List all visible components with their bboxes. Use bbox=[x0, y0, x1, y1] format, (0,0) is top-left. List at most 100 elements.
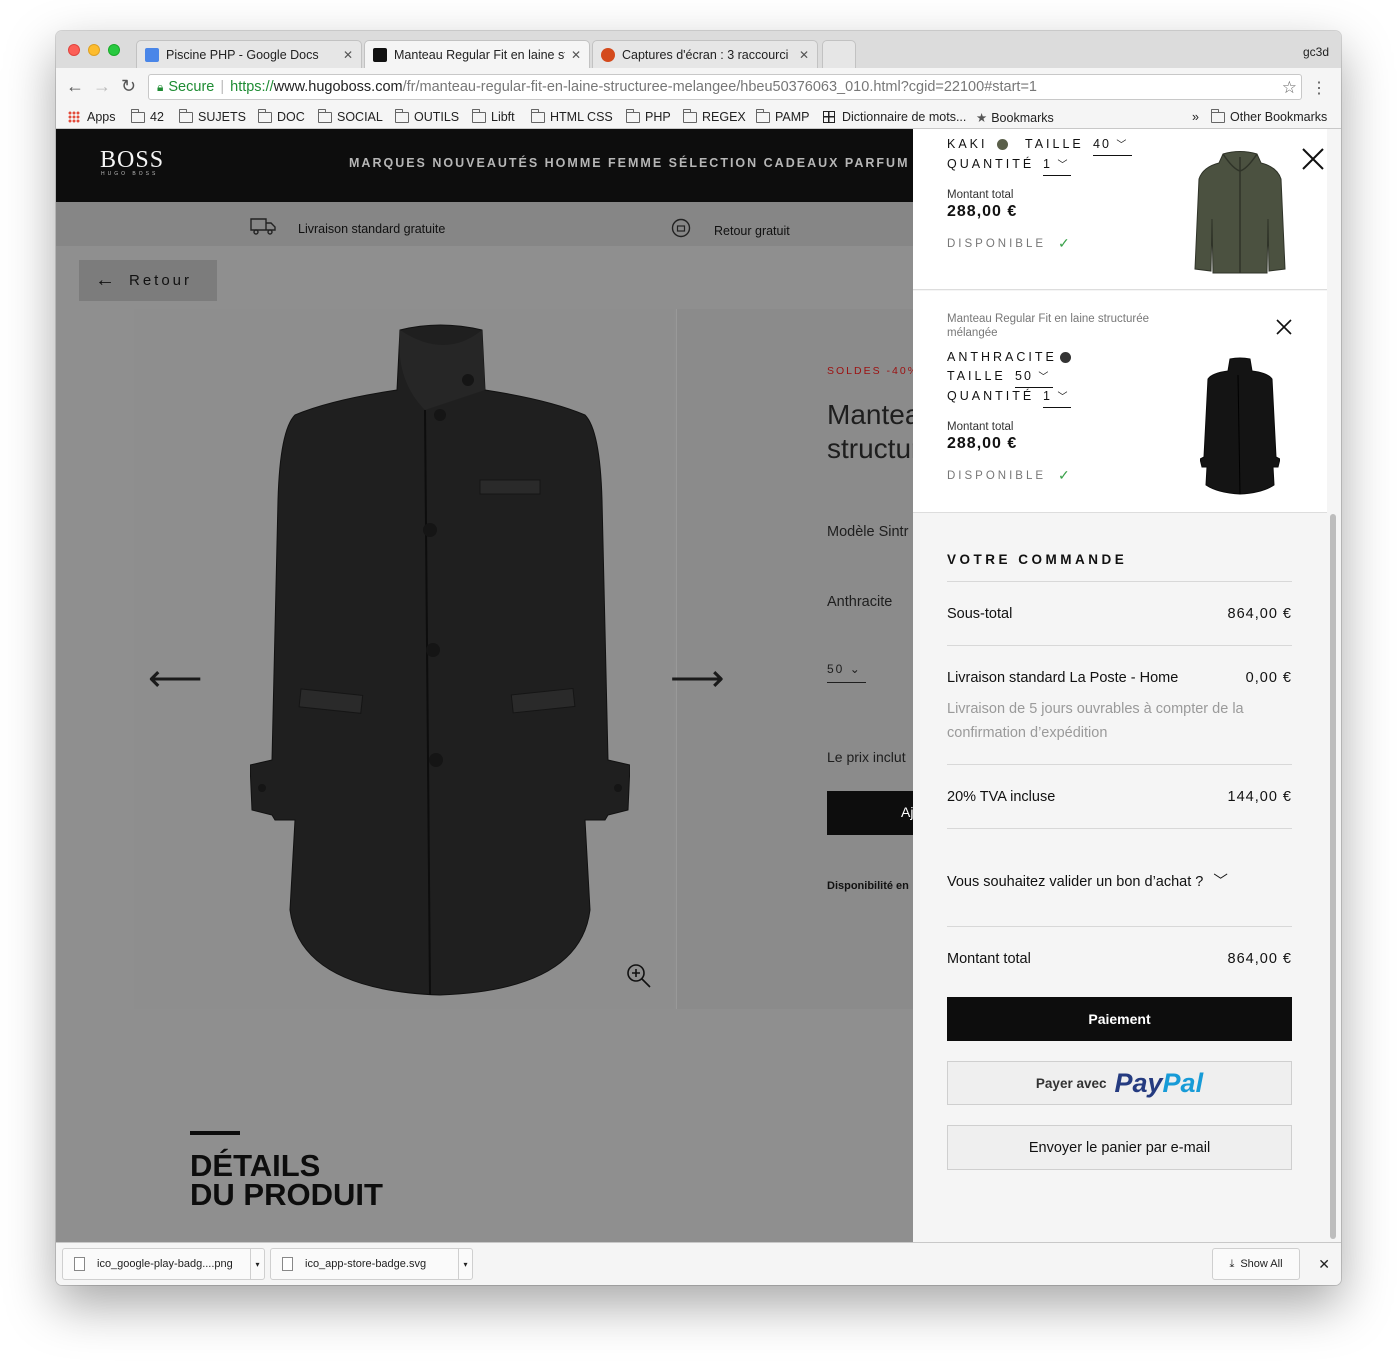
close-window-button[interactable] bbox=[68, 44, 80, 56]
maximize-window-button[interactable] bbox=[108, 44, 120, 56]
back-button[interactable]: ← Retour bbox=[79, 260, 217, 301]
zoom-icon[interactable] bbox=[626, 963, 652, 995]
total-label: Montant total bbox=[947, 951, 1031, 967]
color-swatch bbox=[1060, 352, 1071, 363]
subtotal-label: Sous-total bbox=[947, 606, 1013, 622]
arrow-left-icon: ← bbox=[95, 269, 115, 291]
bookmark-folder[interactable]: REGEX bbox=[683, 108, 746, 124]
boss-logo[interactable]: BOSS bbox=[100, 147, 164, 174]
bookmark-folder[interactable]: Libft bbox=[472, 108, 515, 124]
bookmark-folder[interactable]: 42 bbox=[131, 108, 164, 124]
url-host: www.hugoboss.com bbox=[273, 79, 403, 95]
quantity-value: 1 bbox=[1043, 157, 1052, 171]
next-image-arrow-icon[interactable]: ⟶ bbox=[670, 656, 724, 701]
minimize-window-button[interactable] bbox=[88, 44, 100, 56]
show-all-label: Show All bbox=[1240, 1258, 1283, 1270]
availability-status: DISPONIBLE ✓ bbox=[947, 467, 1070, 484]
tab-close-icon[interactable]: ✕ bbox=[343, 48, 353, 62]
bookmark-label: SUJETS bbox=[198, 110, 246, 124]
back-arrow-icon[interactable]: ← bbox=[66, 76, 84, 97]
availability-text: Disponibilité en bbox=[827, 880, 909, 892]
color-swatch bbox=[997, 139, 1008, 150]
bookmark-apps[interactable]: Apps bbox=[68, 110, 116, 124]
paypal-prefix: Payer avec bbox=[1035, 1075, 1107, 1091]
remove-item-icon[interactable] bbox=[1275, 318, 1293, 341]
tab-captures[interactable]: Captures d'écran : 3 raccourci ✕ bbox=[592, 40, 818, 68]
back-label: Retour bbox=[129, 272, 193, 289]
url-scheme: https:// bbox=[230, 79, 274, 95]
browser-menu-icon[interactable]: ⋮ bbox=[1311, 78, 1327, 98]
quantity-select[interactable]: 1 ﹀ bbox=[1043, 156, 1071, 176]
caret-down-icon[interactable]: ▾ bbox=[458, 1249, 472, 1279]
browser-window: Piscine PHP - Google Docs ✕ Manteau Regu… bbox=[56, 31, 1341, 1285]
quantity-select[interactable]: 1 ﹀ bbox=[1043, 388, 1071, 408]
details-heading-line-2: DU PRODUIT bbox=[190, 1177, 383, 1212]
bookmark-folder[interactable]: OUTILS bbox=[395, 108, 459, 124]
tab-title: Manteau Regular Fit en laine st bbox=[394, 47, 565, 62]
checkmark-icon: ✓ bbox=[1058, 467, 1070, 483]
logo-subtitle: HUGO BOSS bbox=[101, 171, 159, 177]
bookmark-folder[interactable]: PHP bbox=[626, 108, 671, 124]
divider bbox=[947, 645, 1292, 646]
folder-icon bbox=[472, 108, 486, 123]
tab-title: Captures d'écran : 3 raccourci bbox=[622, 47, 789, 62]
bookmark-folder[interactable]: DOC bbox=[258, 108, 305, 124]
page-viewport: BOSS HUGO BOSS MARQUES NOUVEAUTÉS HOMME … bbox=[56, 129, 1341, 1242]
tab-close-icon[interactable]: ✕ bbox=[571, 48, 581, 62]
size-select[interactable]: 40 ﹀ bbox=[1093, 136, 1132, 156]
close-cart-icon[interactable] bbox=[1301, 147, 1325, 176]
bookmark-folder[interactable]: SUJETS bbox=[179, 108, 246, 124]
truck-icon bbox=[250, 217, 276, 240]
checkout-button[interactable]: Paiement bbox=[947, 997, 1292, 1041]
caret-down-icon[interactable]: ▾ bbox=[250, 1249, 264, 1279]
folder-icon bbox=[1211, 108, 1225, 123]
size-value: 50 bbox=[827, 662, 845, 676]
status-text: DISPONIBLE bbox=[947, 237, 1047, 250]
coat-thumbnail[interactable] bbox=[1200, 357, 1280, 495]
paypal-logo-pal: Pal bbox=[1162, 1067, 1204, 1098]
download-item[interactable]: ico_google-play-badg....png ▾ bbox=[62, 1248, 265, 1280]
site-header: BOSS HUGO BOSS MARQUES NOUVEAUTÉS HOMME … bbox=[56, 129, 913, 202]
bookmark-label: Libft bbox=[491, 110, 515, 124]
folder-icon bbox=[395, 108, 409, 123]
tab-close-icon[interactable]: ✕ bbox=[799, 48, 809, 62]
previous-image-arrow-icon[interactable]: ⟵ bbox=[148, 656, 202, 701]
bookmark-folder[interactable]: PAMP bbox=[756, 108, 810, 124]
forward-arrow-icon[interactable]: → bbox=[93, 76, 111, 97]
bookmark-folder[interactable]: HTML CSS bbox=[531, 108, 613, 124]
quantity-label: QUANTITÉ bbox=[947, 389, 1035, 403]
show-all-button[interactable]: ⤓ Show All bbox=[1212, 1248, 1300, 1280]
cart-scrollbar[interactable] bbox=[1330, 514, 1336, 1239]
tab-hugo-boss[interactable]: Manteau Regular Fit en laine st ✕ bbox=[364, 40, 590, 68]
benefit-label: Livraison standard gratuite bbox=[298, 221, 446, 236]
other-bookmarks[interactable]: Other Bookmarks bbox=[1211, 108, 1327, 124]
bookmark-bookmarks[interactable]: ★ Bookmarks bbox=[976, 110, 1054, 126]
divider bbox=[947, 828, 1292, 829]
download-icon: ⤓ bbox=[1229, 1257, 1235, 1270]
profile-name[interactable]: gc3d bbox=[1303, 45, 1329, 59]
shipping-label: Livraison standard La Poste - Home bbox=[947, 670, 1179, 686]
email-cart-button[interactable]: Envoyer le panier par e-mail bbox=[947, 1125, 1292, 1170]
paypal-button[interactable]: Payer avec Pay Pal bbox=[947, 1061, 1292, 1105]
bookmarks-overflow[interactable]: » bbox=[1192, 110, 1199, 124]
size-value: 40 bbox=[1093, 137, 1111, 151]
tab-google-docs[interactable]: Piscine PHP - Google Docs ✕ bbox=[136, 40, 362, 68]
product-size-select[interactable]: 50 ⌄ bbox=[827, 662, 866, 683]
add-to-cart-button[interactable]: Aj bbox=[827, 791, 917, 835]
download-item[interactable]: ico_app-store-badge.svg ▾ bbox=[270, 1248, 473, 1280]
bookmark-folder[interactable]: SOCIAL bbox=[318, 108, 383, 124]
main-navigation[interactable]: MARQUES NOUVEAUTÉS HOMME FEMME SÉLECTION… bbox=[349, 156, 909, 170]
size-select[interactable]: 50 ﹀ bbox=[1015, 368, 1053, 388]
order-title: VOTRE COMMANDE bbox=[947, 552, 1128, 567]
quantity-label: QUANTITÉ bbox=[947, 157, 1035, 171]
bookmark-star-icon[interactable]: ☆ bbox=[1282, 78, 1297, 98]
address-bar[interactable]: 🔒︎ Secure | https:// www.hugoboss.com /f… bbox=[148, 74, 1302, 100]
reload-icon[interactable]: ↻ bbox=[121, 76, 136, 97]
bookmark-dictionnaire[interactable]: Dictionnaire de mots... bbox=[823, 110, 966, 124]
new-tab-button[interactable] bbox=[822, 40, 856, 68]
download-shelf: ico_google-play-badg....png ▾ ico_app-st… bbox=[56, 1242, 1341, 1285]
close-shelf-icon[interactable]: ✕ bbox=[1318, 1256, 1330, 1273]
coat-product-image[interactable] bbox=[250, 320, 630, 1000]
jacket-thumbnail[interactable] bbox=[1193, 149, 1287, 274]
total-label: Montant total bbox=[947, 189, 1014, 201]
